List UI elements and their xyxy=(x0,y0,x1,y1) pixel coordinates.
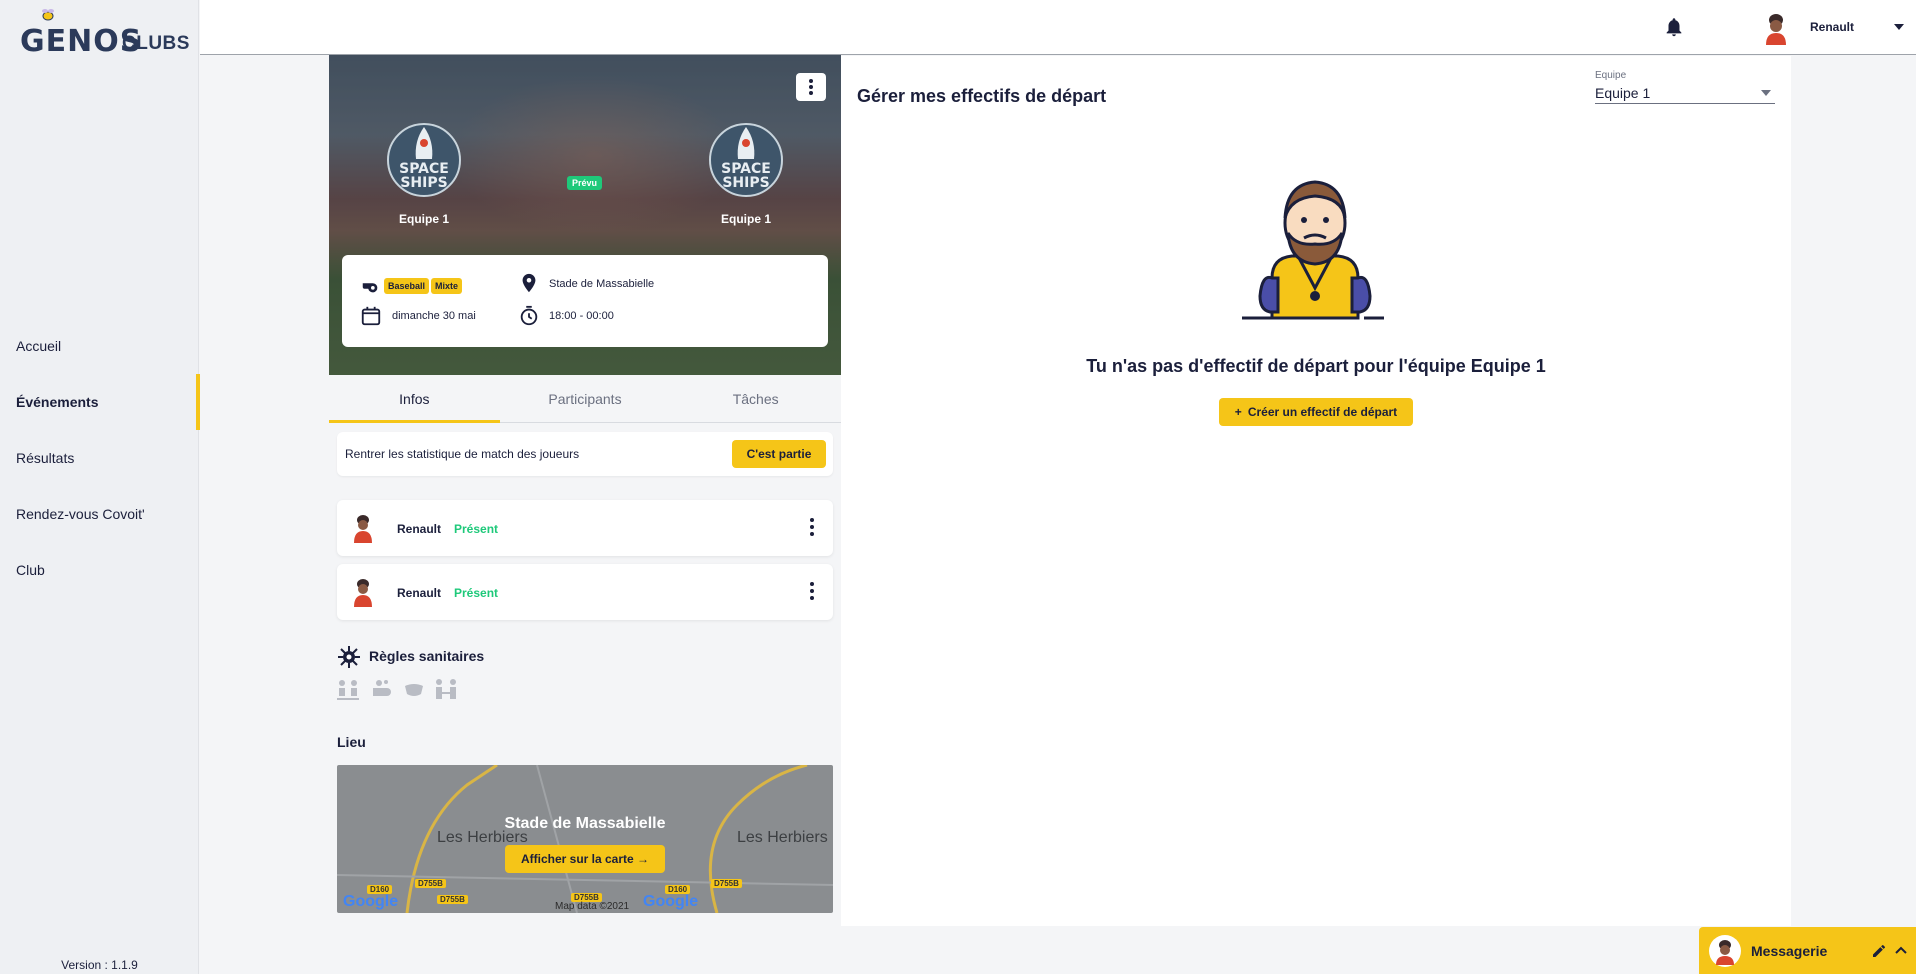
participant-status: Présent xyxy=(454,522,499,536)
avatar[interactable] xyxy=(1762,13,1790,45)
rules-title: Règles sanitaires xyxy=(369,648,485,664)
app-logo[interactable]: GENOS CLUBS xyxy=(20,8,189,59)
virus-icon xyxy=(338,646,360,668)
team-logo-text-bottom: SHIPS xyxy=(722,175,769,191)
avatar xyxy=(354,579,372,607)
select-label: Equipe xyxy=(1595,70,1627,81)
tab-participants[interactable]: Participants xyxy=(500,375,671,422)
avatar-image xyxy=(1716,940,1734,965)
team-logo-text-bottom: SHIPS xyxy=(400,175,447,191)
version-text: Version : 1.1.9 xyxy=(61,958,138,972)
road-label: D755B xyxy=(711,879,742,888)
sidebar-nav: Accueil Événements Résultats Rendez-vous… xyxy=(0,318,200,598)
spacing-icon xyxy=(436,679,456,699)
location-pin-icon xyxy=(522,273,536,293)
team-logo: SPACE SHIPS xyxy=(709,123,783,197)
more-vertical-icon xyxy=(809,79,813,95)
sidebar-item-label: Club xyxy=(16,562,45,578)
event-info-card: Baseball Mixte Stade de Massabielle dima… xyxy=(342,255,828,347)
show-map-button[interactable]: Afficher sur la carte → xyxy=(505,845,665,873)
coach-illustration xyxy=(1242,180,1388,320)
sidebar-item-label: Accueil xyxy=(16,338,62,354)
create-lineup-button[interactable]: + Créer un effectif de départ xyxy=(1219,398,1413,426)
tab-taches[interactable]: Tâches xyxy=(670,375,841,422)
home-team-name: Equipe 1 xyxy=(398,212,449,226)
sidebar-item-evenements[interactable]: Événements xyxy=(0,374,200,430)
sidebar-item-label: Résultats xyxy=(16,450,75,466)
lieu-title: Lieu xyxy=(337,734,366,750)
rules-icons xyxy=(337,679,456,700)
start-stats-button[interactable]: C'est partie xyxy=(732,440,826,468)
gender-tag: Mixte xyxy=(431,278,463,294)
sidebar-item-label: Rendez-vous Covoit' xyxy=(16,506,145,522)
timer-icon xyxy=(520,305,538,326)
chevron-up-icon[interactable] xyxy=(1895,945,1907,955)
avatar xyxy=(1709,935,1741,967)
calendar-icon xyxy=(361,306,381,326)
arrow-right-icon: → xyxy=(637,852,650,866)
google-logo: Google xyxy=(343,893,399,910)
stats-card: Rentrer les statistique de match des jou… xyxy=(337,432,833,476)
more-vertical-icon[interactable] xyxy=(809,581,815,601)
mask-icon xyxy=(405,684,423,696)
map-place-name: Stade de Massabielle xyxy=(504,815,666,832)
road-label: D755B xyxy=(415,879,446,888)
event-time: 18:00 - 00:00 xyxy=(549,310,614,322)
messaging-bar[interactable]: Messagerie xyxy=(1699,927,1916,974)
tab-label: Tâches xyxy=(732,390,779,407)
event-tabs: Infos Participants Tâches xyxy=(329,375,841,423)
topbar: Renault xyxy=(200,0,1916,55)
hand-wash-icon xyxy=(373,680,391,696)
participant-row: Renault Présent xyxy=(337,500,833,556)
user-name[interactable]: Renault xyxy=(1810,20,1854,34)
more-vertical-icon[interactable] xyxy=(809,517,815,537)
pencil-icon[interactable] xyxy=(1871,943,1887,959)
bee-icon xyxy=(42,9,54,21)
sidebar-item-club[interactable]: Club xyxy=(0,542,199,598)
map-preview[interactable]: Les Herbiers Les Herbiers Stade de Massa… xyxy=(337,765,833,913)
plus-icon: + xyxy=(1234,405,1242,419)
sport-tag: Baseball xyxy=(384,278,430,294)
starting-lineup-panel: Gérer mes effectifs de départ Equipe Equ… xyxy=(841,56,1791,926)
tab-label: Participants xyxy=(548,390,622,407)
home-team: SPACE SHIPS Equipe 1 xyxy=(374,121,474,226)
away-team-name: Equipe 1 xyxy=(720,212,771,226)
status-badge: Prévu xyxy=(567,176,603,190)
show-map-label: Afficher sur la carte xyxy=(520,852,634,866)
chevron-down-icon xyxy=(1761,90,1771,96)
event-header: SPACE SHIPS Equipe 1 Prévu SPACE SHIPS E… xyxy=(329,55,841,375)
tab-infos[interactable]: Infos xyxy=(329,375,500,423)
messaging-label: Messagerie xyxy=(1751,943,1828,959)
sidebar-item-label: Événements xyxy=(16,394,99,410)
sidebar-item-accueil[interactable]: Accueil xyxy=(0,318,199,374)
participant-name: Renault xyxy=(397,522,442,536)
logo-sub-text: CLUBS xyxy=(122,33,190,54)
empty-state-text: Tu n'as pas d'effectif de départ pour l'… xyxy=(1086,356,1546,376)
away-team: SPACE SHIPS Equipe 1 xyxy=(696,121,796,226)
whistle-icon xyxy=(362,283,378,293)
sidebar: GENOS CLUBS Accueil Événements Résultats… xyxy=(0,0,200,974)
participant-row: Renault Présent xyxy=(337,564,833,620)
chevron-down-icon[interactable] xyxy=(1894,24,1904,30)
avatar xyxy=(354,515,372,543)
tab-label: Infos xyxy=(399,390,430,407)
sidebar-item-covoit[interactable]: Rendez-vous Covoit' xyxy=(0,486,199,542)
event-menu-button[interactable] xyxy=(796,73,826,101)
team-logo: SPACE SHIPS xyxy=(387,123,461,197)
select-value: Equipe 1 xyxy=(1595,85,1651,101)
map-attribution: Map data ©2021 xyxy=(555,901,630,912)
participant-status: Présent xyxy=(454,586,499,600)
stats-text: Rentrer les statistique de match des jou… xyxy=(345,447,580,461)
event-date: dimanche 30 mai xyxy=(392,310,476,322)
team-select[interactable]: Equipe Equipe 1 xyxy=(1595,70,1775,104)
road-label: D755B xyxy=(437,895,468,904)
sidebar-item-resultats[interactable]: Résultats xyxy=(0,430,199,486)
distancing-icon xyxy=(337,680,359,700)
participant-name: Renault xyxy=(397,586,442,600)
google-logo: Google xyxy=(643,893,699,910)
panel-title: Gérer mes effectifs de départ xyxy=(857,86,1107,106)
bell-icon[interactable] xyxy=(1663,16,1685,38)
create-lineup-label: Créer un effectif de départ xyxy=(1247,405,1398,419)
event-location: Stade de Massabielle xyxy=(549,278,655,290)
